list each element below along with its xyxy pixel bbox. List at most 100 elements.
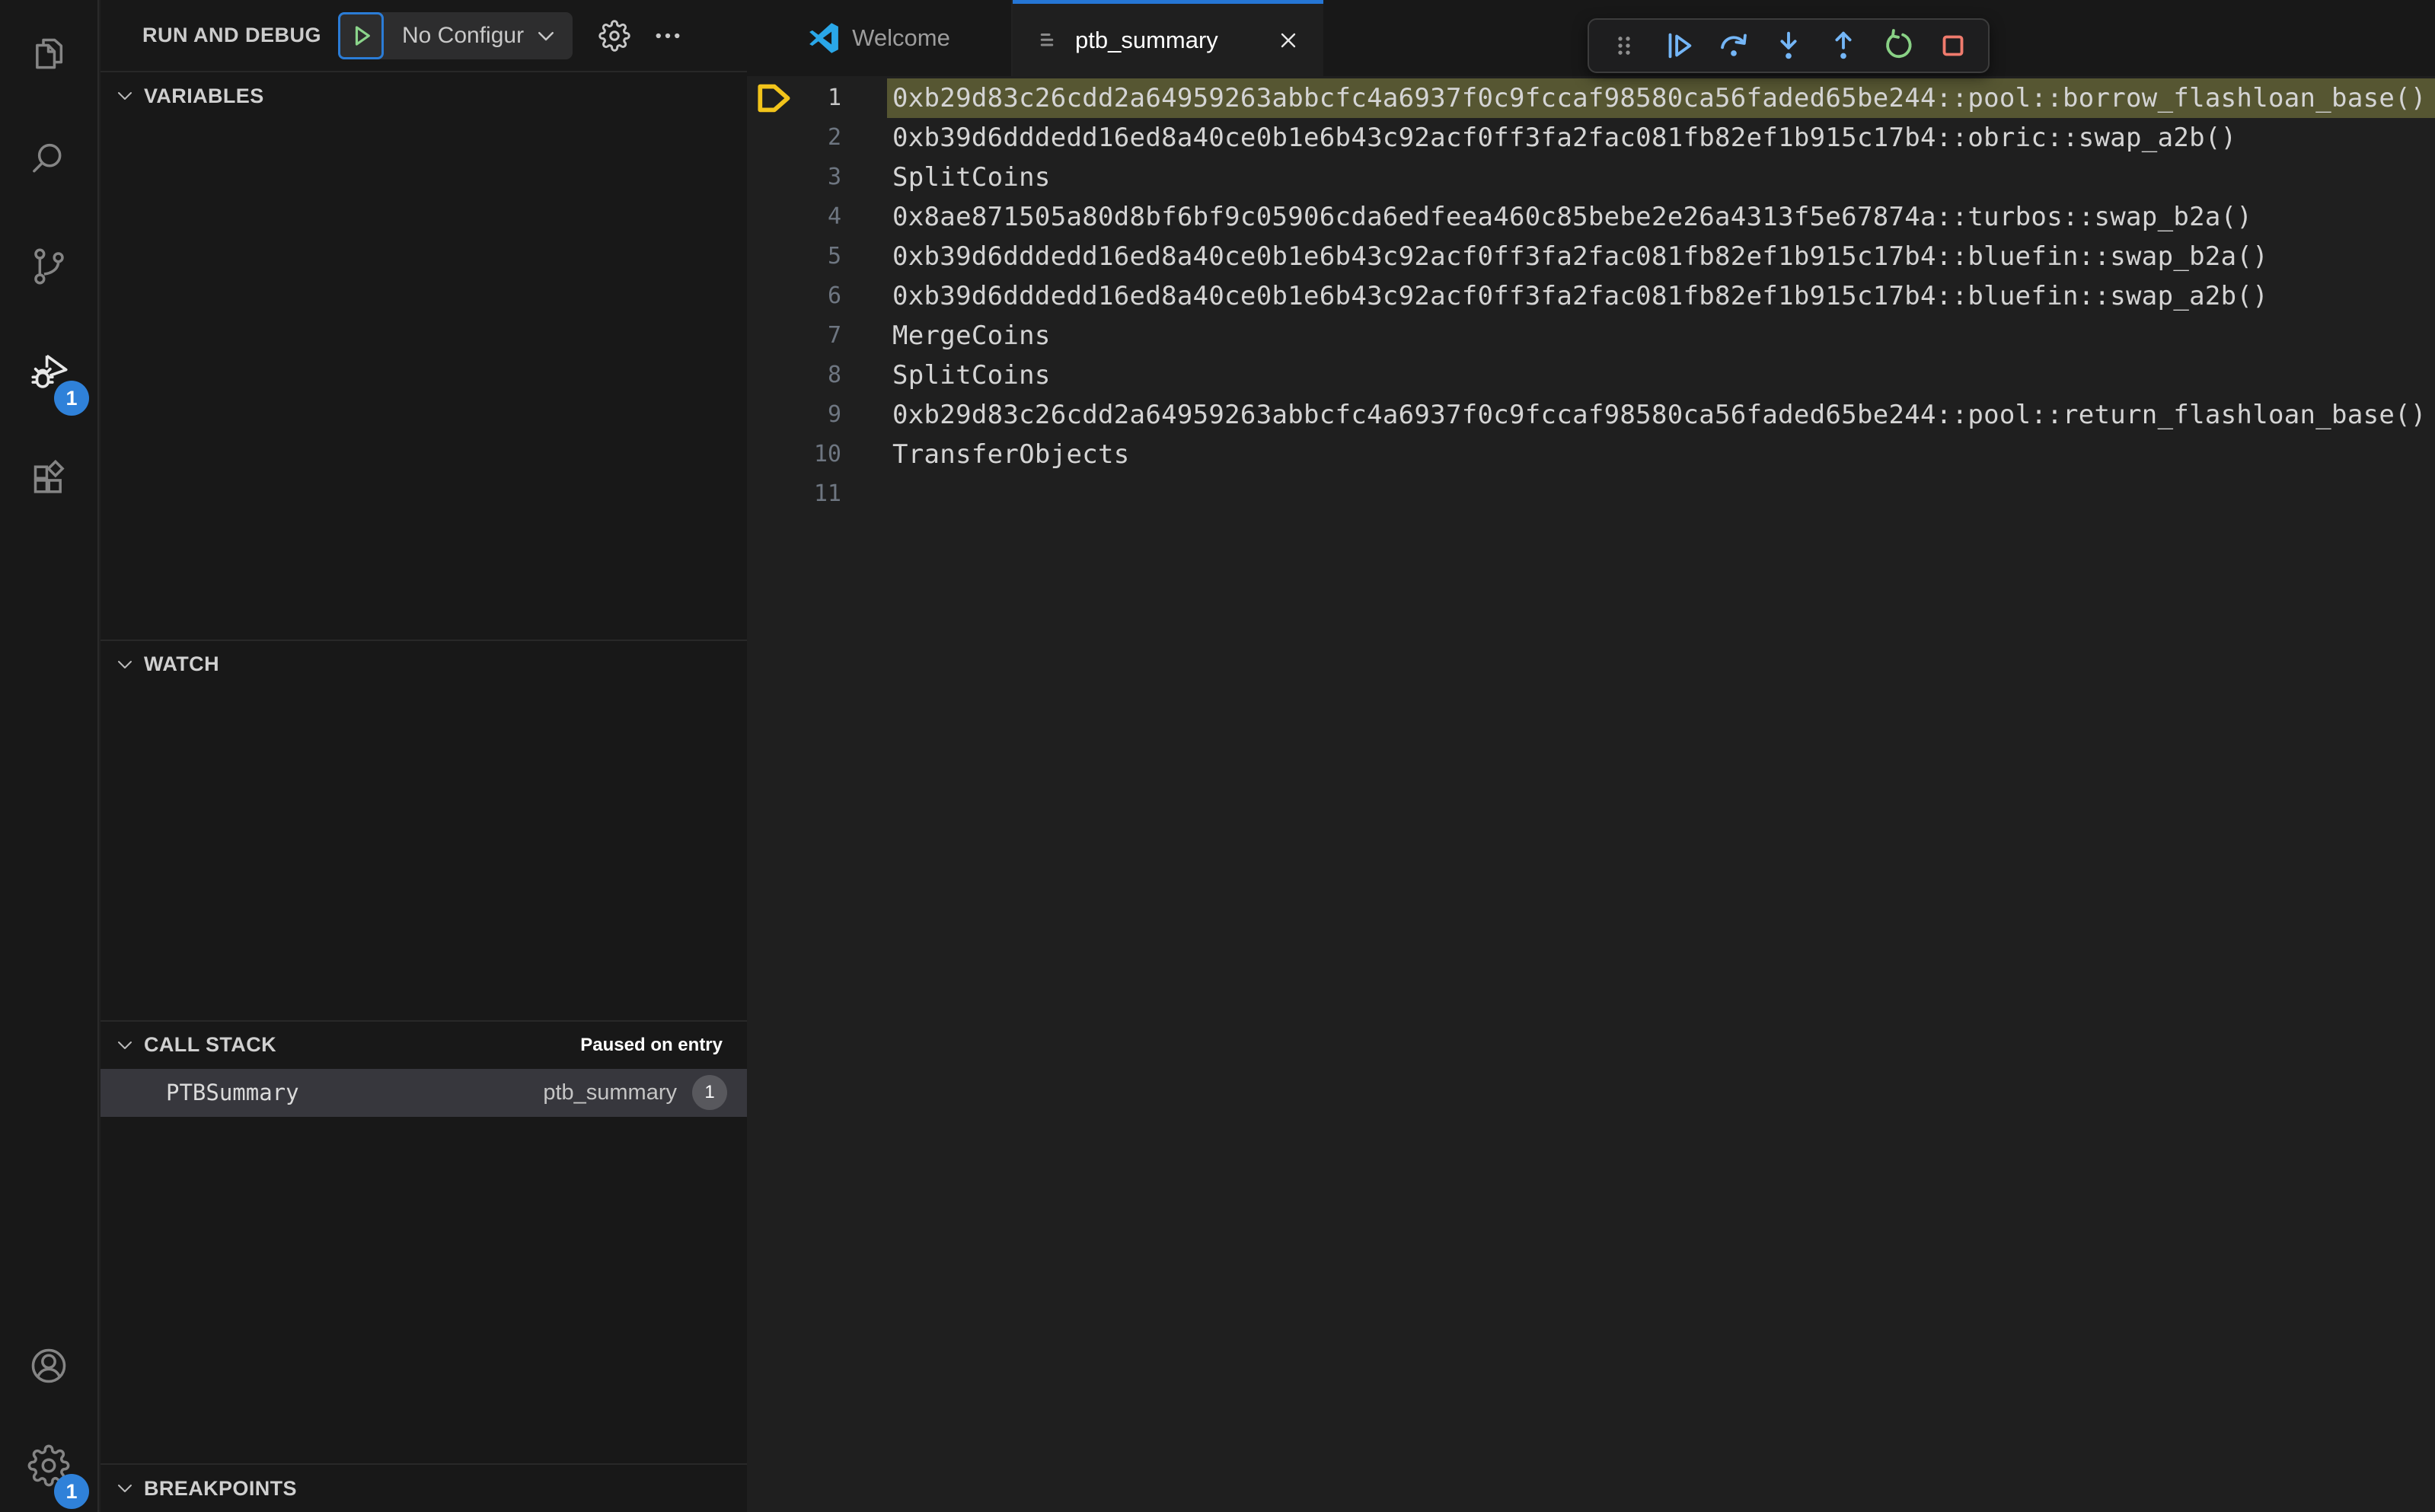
line-content[interactable]: 0xb29d83c26cdd2a64959263abbcfc4a6937f0c9… <box>887 395 2435 435</box>
stack-frame-file: ptb_summary <box>543 1080 677 1105</box>
tab-welcome[interactable]: Welcome <box>747 0 1013 76</box>
list-file-icon <box>1036 27 1063 54</box>
debug-sections: VARIABLES WATCH CALL STACK Paused on ent… <box>101 72 747 1512</box>
line-number: 5 <box>827 243 841 270</box>
continue-button[interactable] <box>1652 21 1706 70</box>
line-number: 4 <box>827 203 841 230</box>
sidebar-title-bar: RUN AND DEBUG No Configur <box>101 0 747 72</box>
watch-section-header[interactable]: WATCH <box>101 641 747 688</box>
line-number: 3 <box>827 164 841 190</box>
line-number: 7 <box>827 322 841 349</box>
line-gutter[interactable]: 2 <box>747 118 887 158</box>
arrow-slot <box>747 81 796 115</box>
breakpoints-section-header[interactable]: BREAKPOINTS <box>101 1465 747 1512</box>
variables-body <box>101 120 747 640</box>
activity-item-extensions[interactable] <box>0 426 98 533</box>
stop-button[interactable] <box>1926 21 1980 70</box>
line-number: 8 <box>827 362 841 388</box>
line-gutter[interactable]: 3 <box>747 158 887 197</box>
restart-button[interactable] <box>1871 21 1926 70</box>
line-number: 6 <box>827 282 841 309</box>
step-over-button[interactable] <box>1706 21 1761 70</box>
line-number: 9 <box>827 401 841 428</box>
step-into-button[interactable] <box>1761 21 1816 70</box>
source-control-icon <box>27 245 70 288</box>
current-stack-frame-arrow-icon <box>758 84 790 113</box>
stack-frame-name: PTBSummary <box>166 1080 299 1106</box>
call-stack-section-header[interactable]: CALL STACK Paused on entry <box>101 1022 747 1069</box>
line-content[interactable]: 0xb39d6dddedd16ed8a40ce0b1e6b43c92acf0ff… <box>887 237 2435 276</box>
line-gutter[interactable]: 6 <box>747 276 887 316</box>
line-number: 10 <box>813 441 841 467</box>
line-gutter[interactable]: 7 <box>747 316 887 356</box>
line-content[interactable]: SplitCoins <box>887 158 2435 197</box>
code-view: 1 0xb29d83c26cdd2a64959263abbcfc4a6937f0… <box>747 76 2435 1512</box>
views-more-actions-button[interactable] <box>652 20 684 52</box>
breakpoints-section-label: BREAKPOINTS <box>144 1476 297 1500</box>
chevron-down-icon <box>116 1036 134 1054</box>
line-content[interactable]: TransferObjects <box>887 435 2435 474</box>
call-stack-section-label: CALL STACK <box>144 1033 276 1057</box>
line-gutter[interactable]: 4 <box>747 197 887 237</box>
editor-area: Welcome ptb_summary 1 0xb29d83c26cdd2a64… <box>747 0 2435 1512</box>
stack-frame-row[interactable]: PTBSummary ptb_summary 1 <box>101 1068 747 1117</box>
close-tab-icon[interactable] <box>1276 28 1300 53</box>
run-and-debug-sidebar: RUN AND DEBUG No Configur VARIABLES WATC… <box>101 0 747 1512</box>
toolbar-drag-handle[interactable] <box>1597 21 1652 70</box>
debug-settings-gear-button[interactable] <box>598 19 630 52</box>
line-gutter[interactable]: 1 <box>747 78 887 118</box>
extensions-icon <box>27 458 70 501</box>
line-number: 1 <box>827 85 841 111</box>
settings-count-badge: 1 <box>54 1474 89 1509</box>
variables-section-header[interactable]: VARIABLES <box>101 72 747 120</box>
call-stack-status: Paused on entry <box>580 1034 723 1055</box>
variables-section: VARIABLES <box>101 72 747 640</box>
search-icon <box>27 139 70 181</box>
line-content[interactable]: 0xb29d83c26cdd2a64959263abbcfc4a6937f0c9… <box>887 78 2435 118</box>
chevron-down-icon <box>116 656 134 674</box>
step-out-button[interactable] <box>1816 21 1871 70</box>
line-content[interactable]: 0xb39d6dddedd16ed8a40ce0b1e6b43c92acf0ff… <box>887 118 2435 158</box>
line-content[interactable]: 0x8ae871505a80d8bf6bf9c05906cda6edfeea46… <box>887 197 2435 237</box>
activity-item-account[interactable] <box>0 1313 98 1419</box>
code-line: 10 TransferObjects <box>747 435 2435 474</box>
activity-item-run-and-debug[interactable]: 1 <box>0 320 98 426</box>
tab-welcome-label: Welcome <box>852 24 950 51</box>
tab-ptb-summary[interactable]: ptb_summary <box>1013 0 1323 76</box>
stack-frame-line-badge: 1 <box>692 1075 727 1111</box>
line-content[interactable]: MergeCoins <box>887 316 2435 356</box>
line-gutter[interactable]: 10 <box>747 435 887 474</box>
code-line: 3 SplitCoins <box>747 158 2435 197</box>
activity-item-settings[interactable]: 1 <box>0 1419 98 1512</box>
tab-ptb-summary-label: ptb_summary <box>1075 26 1218 53</box>
watch-body <box>101 688 747 1020</box>
watch-section-label: WATCH <box>144 652 219 676</box>
code-line: 5 0xb39d6dddedd16ed8a40ce0b1e6b43c92acf0… <box>747 237 2435 276</box>
debug-toolbar <box>1588 18 1990 73</box>
code-line: 11 <box>747 474 2435 514</box>
launch-configuration-control: No Configur <box>338 11 573 59</box>
call-stack-body <box>101 1117 747 1463</box>
line-content[interactable] <box>887 474 2435 514</box>
configuration-dropdown[interactable]: No Configur <box>384 12 573 59</box>
chevron-down-icon <box>116 87 134 105</box>
code-line: 7 MergeCoins <box>747 316 2435 356</box>
watch-section: WATCH <box>101 639 747 1020</box>
line-gutter[interactable]: 11 <box>747 474 887 514</box>
variables-section-label: VARIABLES <box>144 84 264 107</box>
configuration-dropdown-label: No Configur <box>402 22 525 48</box>
line-content[interactable]: SplitCoins <box>887 356 2435 395</box>
line-content[interactable]: 0xb39d6dddedd16ed8a40ce0b1e6b43c92acf0ff… <box>887 276 2435 316</box>
start-debugging-button[interactable] <box>338 11 384 59</box>
breakpoints-section: BREAKPOINTS <box>101 1463 747 1512</box>
line-gutter[interactable]: 5 <box>747 237 887 276</box>
line-number: 2 <box>827 124 841 151</box>
line-gutter[interactable]: 8 <box>747 356 887 395</box>
line-gutter[interactable]: 9 <box>747 395 887 435</box>
activity-item-source-control[interactable] <box>0 213 98 320</box>
sidebar-title: RUN AND DEBUG <box>142 24 321 46</box>
code-line: 4 0x8ae871505a80d8bf6bf9c05906cda6edfeea… <box>747 197 2435 237</box>
activity-bar: 1 1 <box>0 0 99 1512</box>
activity-item-search[interactable] <box>0 107 98 213</box>
activity-item-explorer[interactable] <box>0 0 98 107</box>
